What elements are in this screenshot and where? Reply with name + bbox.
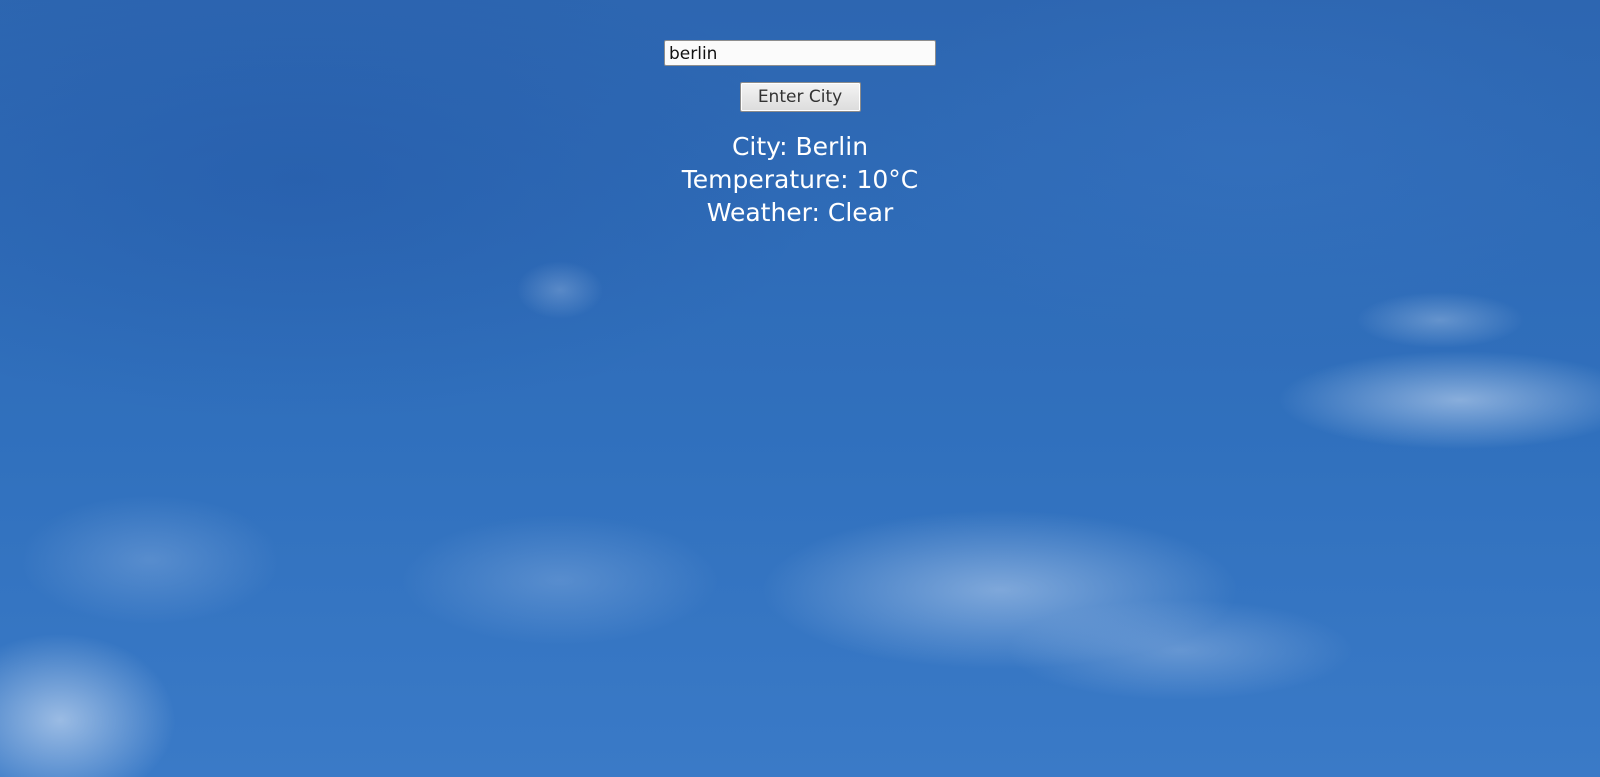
weather-condition-text: Weather: Clear (706, 198, 894, 227)
city-input[interactable] (664, 40, 936, 66)
temperature-text: Temperature: 10°C (681, 165, 919, 194)
city-search-form: Enter City (0, 40, 1600, 112)
enter-city-button[interactable]: Enter City (739, 82, 861, 112)
city-name-text: City: Berlin (731, 132, 869, 161)
weather-results: City: Berlin Temperature: 10°C Weather: … (0, 130, 1600, 229)
